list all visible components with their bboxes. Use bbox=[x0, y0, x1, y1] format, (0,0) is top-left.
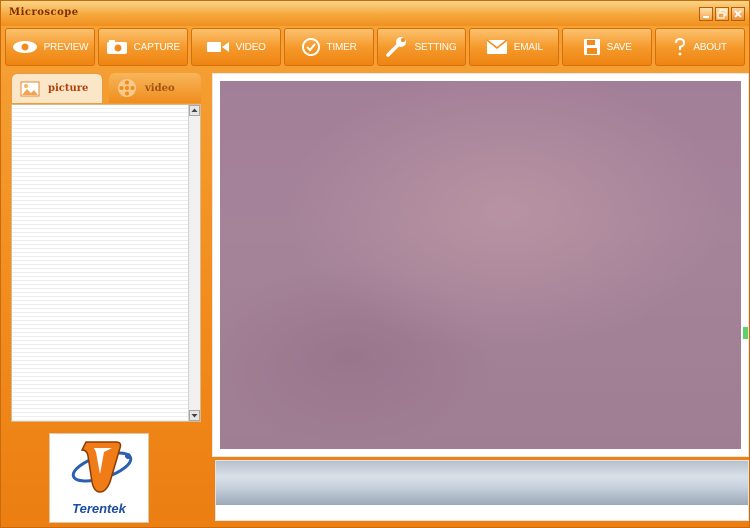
timer-label: TIMER bbox=[326, 41, 357, 53]
tab-video-label: video bbox=[145, 82, 175, 94]
gallery-panel: picture video Terentek bbox=[7, 71, 204, 523]
terentek-logo-icon bbox=[71, 441, 133, 493]
about-label: ABOUT bbox=[693, 41, 727, 53]
setting-label: SETTING bbox=[414, 41, 457, 53]
email-label: EMAIL bbox=[513, 41, 543, 53]
camera-icon bbox=[106, 40, 127, 54]
minimize-button[interactable] bbox=[699, 7, 713, 21]
close-button[interactable] bbox=[731, 7, 745, 21]
capture-button[interactable]: CAPTURE bbox=[97, 28, 188, 66]
camera-preview[interactable] bbox=[220, 81, 741, 449]
scroll-down-button[interactable] bbox=[189, 410, 200, 421]
save-button[interactable]: SAVE bbox=[562, 28, 653, 66]
minimize-icon bbox=[703, 16, 709, 18]
video-camera-icon bbox=[206, 42, 229, 52]
timer-button[interactable]: TIMER bbox=[283, 28, 374, 66]
restore-icon bbox=[717, 9, 727, 19]
preview-button[interactable]: PREVIEW bbox=[5, 28, 95, 66]
scroll-up-button[interactable] bbox=[189, 105, 200, 116]
film-reel-icon bbox=[118, 79, 136, 97]
arrow-down-icon bbox=[191, 414, 198, 418]
arrow-up-icon bbox=[191, 108, 198, 112]
preview-frame bbox=[212, 73, 749, 457]
window-title: Microscope bbox=[9, 7, 79, 18]
video-button[interactable]: VIDEO bbox=[190, 28, 281, 66]
status-strip bbox=[216, 461, 748, 505]
company-logo: Terentek bbox=[49, 433, 149, 523]
about-button[interactable]: ABOUT bbox=[655, 28, 745, 66]
window-controls bbox=[699, 7, 745, 21]
resize-handle[interactable] bbox=[743, 327, 748, 339]
question-mark-icon bbox=[675, 38, 686, 56]
gallery-tabs: picture video bbox=[11, 73, 201, 103]
envelope-icon bbox=[486, 39, 508, 54]
status-panel bbox=[215, 460, 749, 521]
capture-label: CAPTURE bbox=[133, 41, 181, 53]
floppy-disk-icon bbox=[583, 39, 600, 55]
toolbar: PREVIEW CAPTURE VIDEO TIMER SETTING EMAI… bbox=[1, 28, 749, 68]
logo-brand-text: Terentek bbox=[72, 501, 126, 516]
title-bar[interactable]: Microscope bbox=[1, 1, 749, 26]
wrench-icon bbox=[386, 37, 407, 57]
picture-icon bbox=[20, 81, 40, 96]
preview-label: PREVIEW bbox=[43, 41, 89, 53]
close-icon bbox=[734, 10, 742, 18]
tab-picture[interactable]: picture bbox=[11, 73, 103, 103]
setting-button[interactable]: SETTING bbox=[376, 28, 467, 66]
eye-icon bbox=[12, 41, 37, 53]
thumbnail-list[interactable] bbox=[11, 104, 201, 422]
restore-button[interactable] bbox=[715, 7, 729, 21]
app-window: Microscope PREVIEW CAPTURE VIDEO TIMER S… bbox=[0, 0, 750, 528]
list-scrollbar[interactable] bbox=[188, 105, 200, 421]
clock-icon bbox=[301, 38, 320, 56]
save-label: SAVE bbox=[606, 41, 632, 53]
video-label: VIDEO bbox=[235, 41, 266, 53]
tab-video[interactable]: video bbox=[109, 73, 201, 103]
tab-picture-label: picture bbox=[48, 83, 89, 94]
email-button[interactable]: EMAIL bbox=[469, 28, 560, 66]
